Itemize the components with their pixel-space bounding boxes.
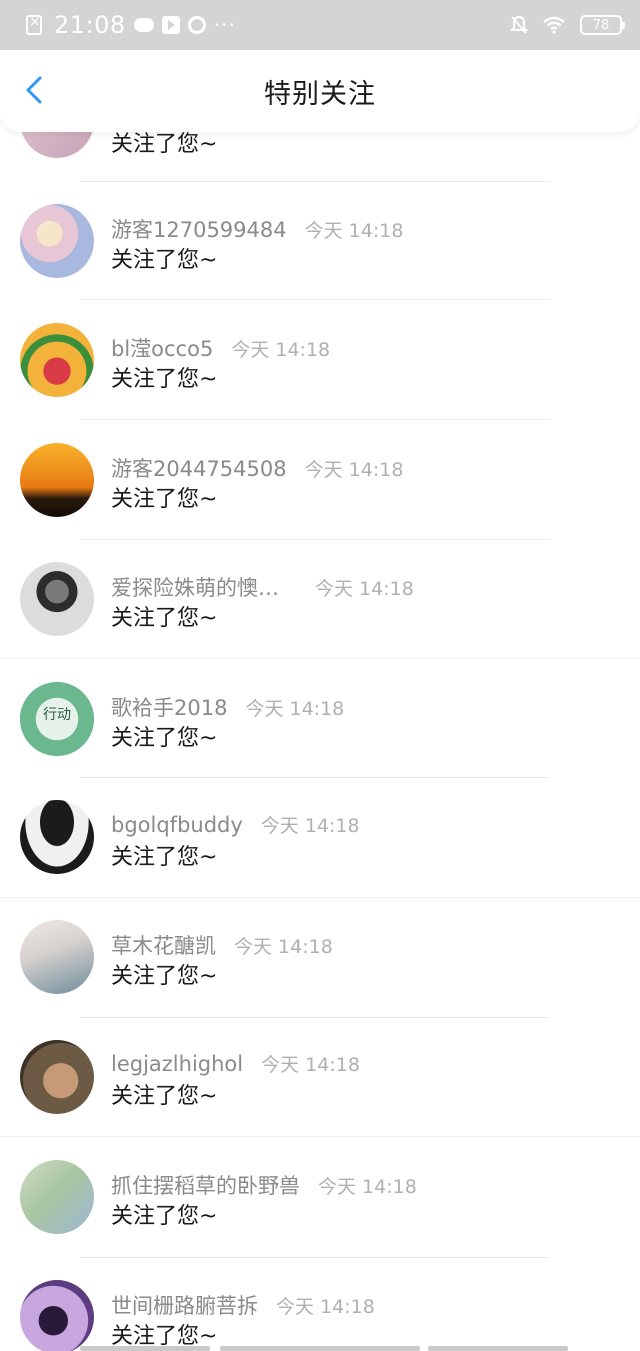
battery-indicator: 78 <box>580 15 625 35</box>
timestamp: 今天 14:18 <box>276 1296 375 1318</box>
list-item[interactable]: bl滢occo5 今天 14:18 关注了您~ <box>0 300 640 420</box>
avatar <box>20 1160 94 1234</box>
avatar: 行动 <box>20 682 94 756</box>
user-name: bgolqfbuddy <box>111 813 243 837</box>
back-button[interactable] <box>18 70 58 110</box>
user-name: 游客2044754508 <box>111 457 287 481</box>
message-text: 关注了您~ <box>111 248 218 273</box>
chevron-left-icon <box>26 76 42 104</box>
no-sim-icon <box>26 14 42 35</box>
list-item[interactable]: 行动 歌袷手2018 今天 14:18 关注了您~ <box>0 660 640 780</box>
message-text: 关注了您~ <box>111 487 218 512</box>
timestamp: 今天 14:18 <box>234 936 333 958</box>
timestamp: 今天 14:18 <box>260 815 360 837</box>
cloud-icon <box>133 18 154 32</box>
list-item[interactable]: 游客1270599484 今天 14:18 关注了您~ <box>0 182 640 302</box>
avatar <box>20 1040 94 1114</box>
status-bar: 21:08 ··· 78 <box>0 0 640 50</box>
message-text: 关注了您~ <box>111 1084 218 1109</box>
list-item[interactable]: 爱探险姝萌的懊… 今天 14:18 关注了您~ <box>0 540 640 660</box>
list-item[interactable]: 世间栅路腑菩拆 今天 14:18 关注了您~ <box>0 1258 640 1351</box>
message-text: 关注了您~ <box>111 726 218 751</box>
list-item[interactable]: bgolqfbuddy 今天 14:18 关注了您~ <box>0 778 640 898</box>
indicator-bar <box>428 1346 568 1351</box>
screen: 关注了您~ 游客1270599484 今天 14:18 关注了您~ bl滢occ… <box>0 0 640 1351</box>
timestamp: 今天 14:18 <box>304 459 404 481</box>
message-text: 关注了您~ <box>111 606 218 631</box>
timestamp: 今天 14:18 <box>245 698 345 720</box>
more-notifications-icon: ··· <box>213 13 236 37</box>
bell-muted-icon <box>510 15 528 34</box>
message-text: 关注了您~ <box>111 367 218 392</box>
user-name: 草木花醣凯 <box>111 934 216 958</box>
message-text: 关注了您~ <box>111 964 218 989</box>
avatar <box>20 562 94 636</box>
video-icon <box>161 16 180 34</box>
list-item[interactable]: 游客2044754508 今天 14:18 关注了您~ <box>0 420 640 540</box>
message-text: 关注了您~ <box>111 845 218 870</box>
battery-level: 78 <box>592 17 610 33</box>
avatar <box>20 920 94 994</box>
user-name: 抓住摆稻草的卧野兽 <box>111 1174 300 1198</box>
avatar <box>20 800 94 874</box>
avatar <box>20 1280 94 1351</box>
avatar <box>20 323 94 397</box>
user-name: legjazlhighol <box>111 1052 244 1076</box>
indicator-bar <box>220 1346 420 1351</box>
user-name: 歌袷手2018 <box>111 696 228 720</box>
page-title: 特别关注 <box>264 78 376 110</box>
user-name: bl滢occo5 <box>111 337 214 361</box>
divider <box>0 658 640 659</box>
user-name: 游客1270599484 <box>111 218 287 242</box>
avatar <box>20 204 94 278</box>
timestamp: 今天 14:18 <box>315 578 414 600</box>
list-item[interactable]: legjazlhighol 今天 14:18 关注了您~ <box>0 1018 640 1138</box>
sync-icon <box>187 16 206 34</box>
timestamp: 今天 14:18 <box>318 1176 417 1198</box>
user-name: 爱探险姝萌的懊… <box>111 576 279 600</box>
bottom-indicator <box>0 1346 640 1351</box>
timestamp: 今天 14:18 <box>231 339 331 361</box>
timestamp: 今天 14:18 <box>261 1054 360 1076</box>
list-item[interactable]: 抓住摆稻草的卧野兽 今天 14:18 关注了您~ <box>0 1138 640 1258</box>
user-name: 世间栅路腑菩拆 <box>111 1294 258 1318</box>
indicator-bar <box>80 1346 210 1351</box>
wifi-icon <box>543 16 565 34</box>
list-item[interactable]: 草木花醣凯 今天 14:18 关注了您~ <box>0 898 640 1018</box>
status-time: 21:08 <box>54 11 126 39</box>
timestamp: 今天 14:18 <box>304 220 404 242</box>
avatar <box>20 443 94 517</box>
divider <box>0 1136 640 1137</box>
nav-header: 特别关注 <box>0 50 640 132</box>
message-text: 关注了您~ <box>111 1204 218 1229</box>
avatar-text: 行动 <box>43 707 71 723</box>
